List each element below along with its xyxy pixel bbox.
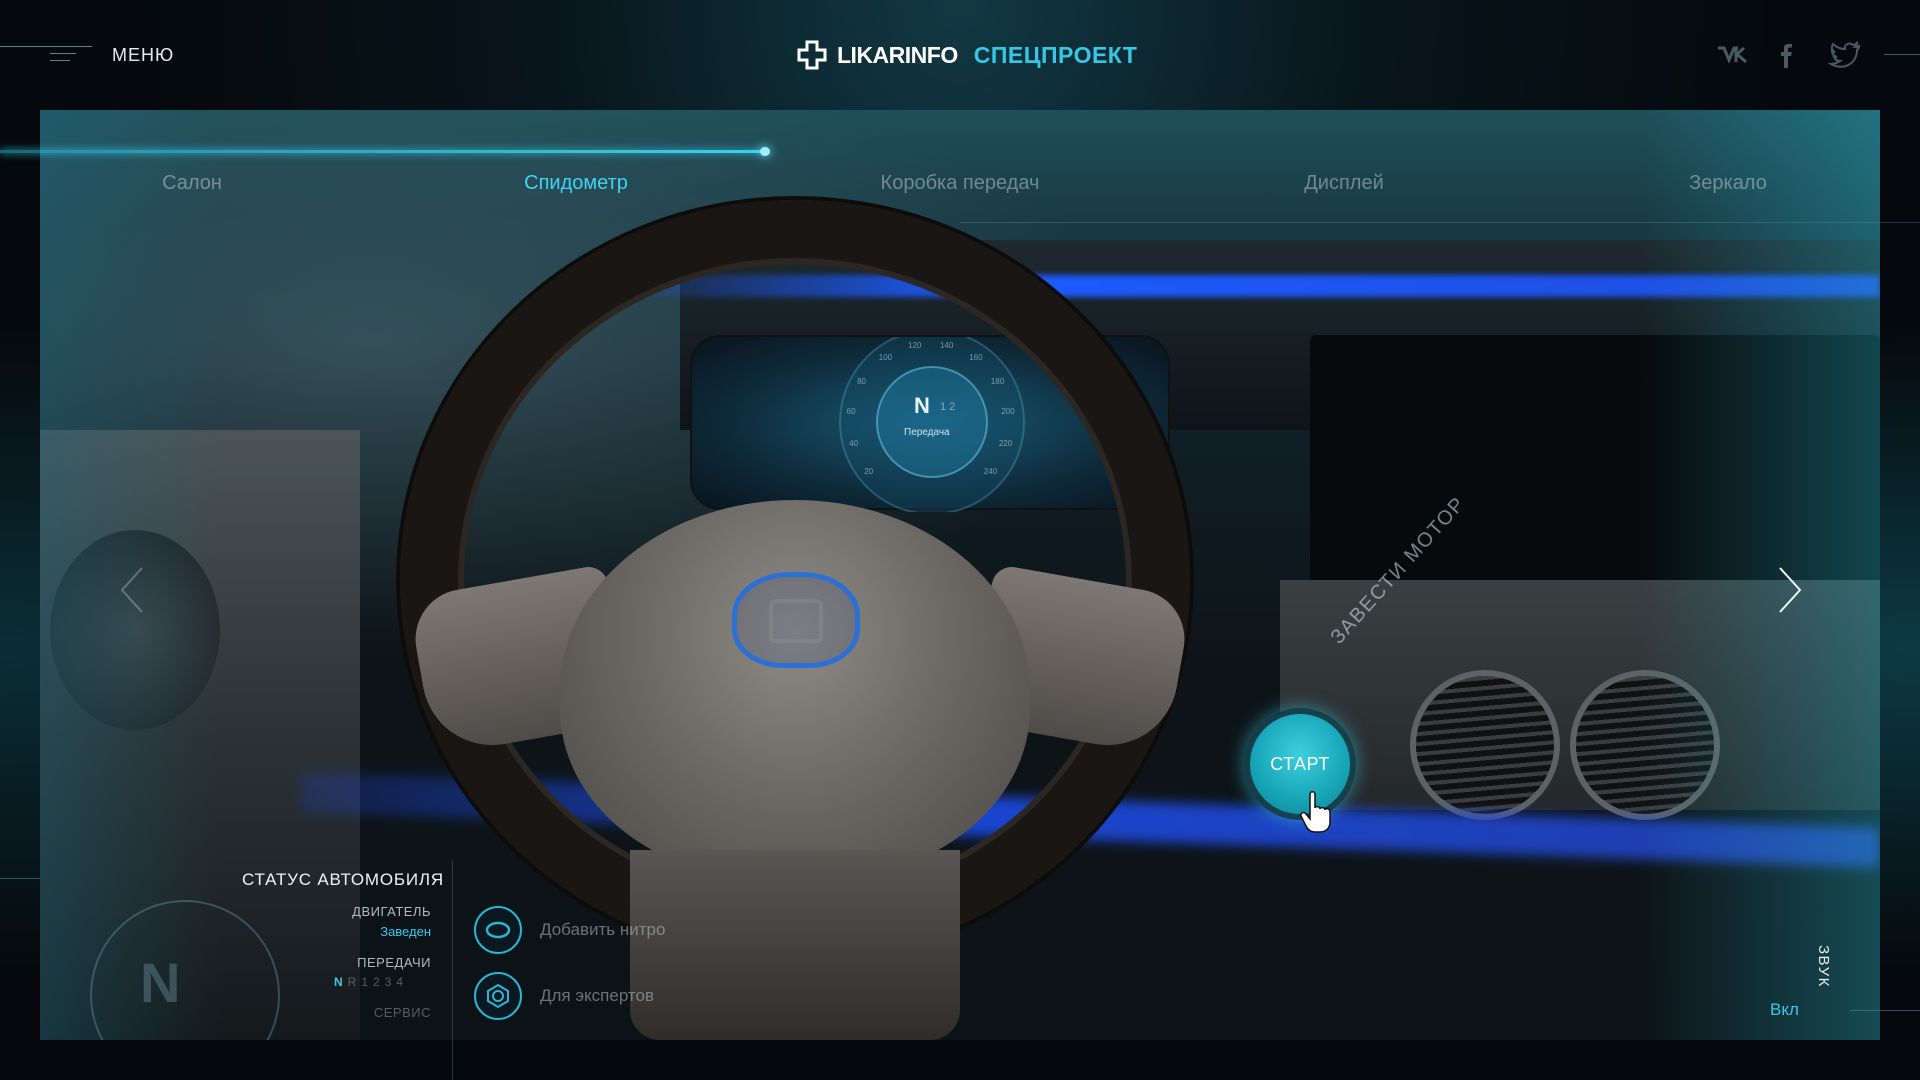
steering-wheel-lower-spoke [630,850,960,1040]
gear-item: 4 [396,975,409,989]
tabs-underline [960,222,1920,223]
section-tabs: Салон Спидометр Коробка передач Дисплей … [40,172,1880,212]
divider [1850,1010,1920,1011]
service-label: СЕРВИС [373,1005,431,1020]
site-logo[interactable]: LIKARINFO СПЕЦПРОЕКТ [797,40,1137,70]
cross-icon [797,40,827,70]
air-vent-left [1410,670,1560,820]
vk-icon[interactable] [1716,40,1750,70]
tab-speedometer[interactable]: Спидометр [524,172,628,195]
social-links [1716,40,1862,70]
logo-text: LIKARINFO [837,41,958,68]
steering-wheel-hub [560,500,1030,880]
right-glow [1640,110,1880,1040]
gears-label: ПЕРЕДАЧИ [357,955,431,970]
prev-arrow-icon[interactable] [116,565,150,615]
start-button-label: СТАРТ [1270,753,1330,774]
option-experts-label: Для экспертов [540,986,654,1005]
brand-emblem-icon [732,572,860,668]
tab-gearbox[interactable]: Коробка передач [881,172,1040,195]
expert-icon [474,972,522,1020]
tab-display[interactable]: Дисплей [1304,172,1384,195]
gear-item: N [334,975,348,989]
gear-item: 1 [361,975,374,989]
status-title: СТАТУС АВТОМОБИЛЯ [242,870,444,889]
gear-item: 3 [384,975,397,989]
sound-label: ЗВУК [1815,945,1832,988]
menu-button[interactable]: МЕНЮ [112,45,174,66]
gear-item: 2 [373,975,385,989]
progress-bar [0,150,768,153]
divider [452,860,453,1080]
divider [0,878,40,879]
divider [1884,54,1920,55]
engine-label: ДВИГАТЕЛЬ [352,904,431,919]
menu-icon[interactable] [0,46,92,66]
header: МЕНЮ LIKARINFO СПЕЦПРОЕКТ [0,0,1920,110]
option-nitro[interactable]: Добавить нитро [474,906,665,954]
twitter-icon[interactable] [1827,40,1862,70]
gauge-letter: N [140,951,181,1014]
gear-item: R [347,975,362,989]
option-experts[interactable]: Для экспертов [474,972,654,1020]
sound-toggle[interactable]: Вкл [1770,1000,1799,1020]
nitro-icon [474,906,522,954]
progress-indicator [760,147,770,156]
engine-value: Заведен [380,924,431,939]
car-interior-scene: 20 40 60 80 100 120 140 160 180 200 220 240 N 1 2 П… [40,110,1880,1040]
facebook-icon[interactable] [1772,40,1806,70]
option-nitro-label: Добавить нитро [540,920,666,939]
logo-subtitle: СПЕЦПРОЕКТ [973,41,1138,68]
next-arrow-icon[interactable] [1772,565,1806,615]
hand-cursor-icon [1300,790,1334,834]
tab-salon[interactable]: Салон [162,172,222,195]
tab-mirror[interactable]: Зеркало [1689,172,1767,195]
gears-list: NR1234 [334,975,408,989]
